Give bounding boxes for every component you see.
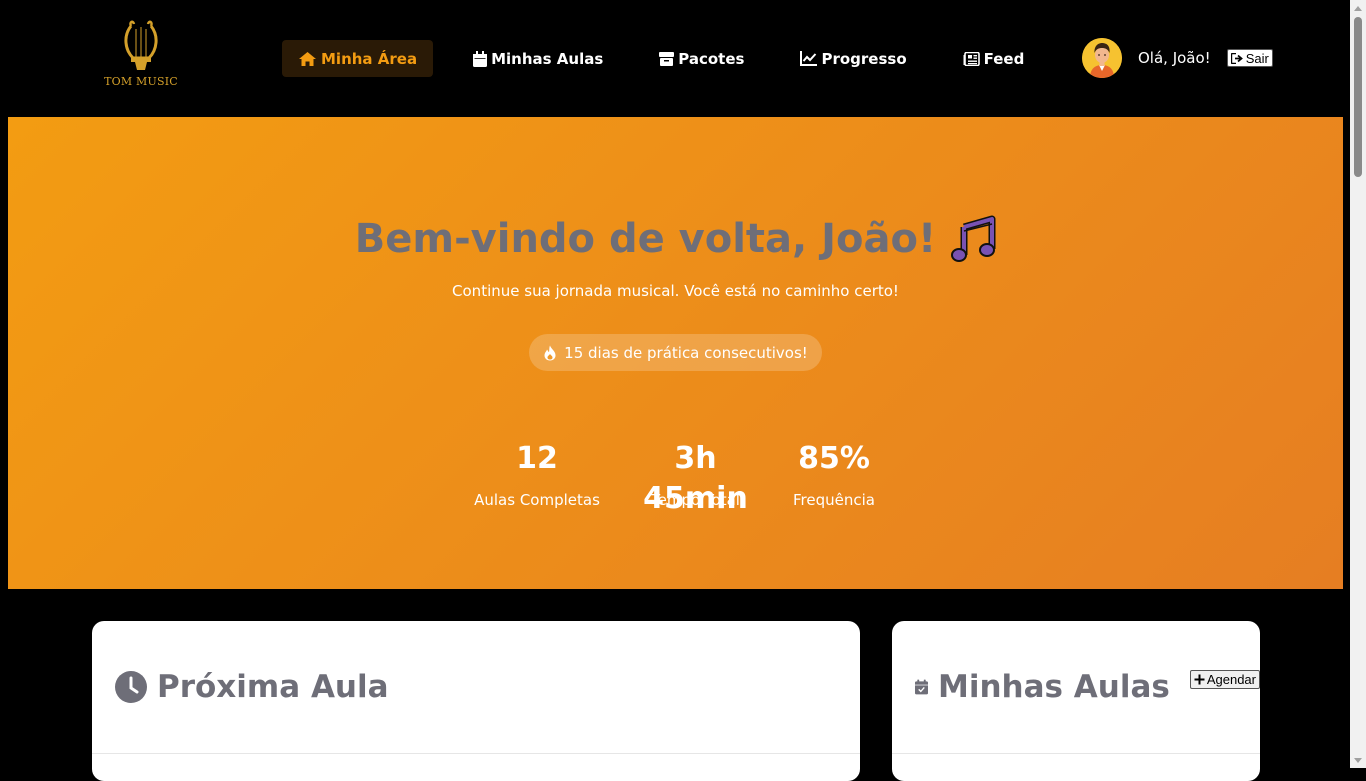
brand-logo[interactable]: TOM MUSIC [104,20,178,90]
sign-out-icon [1230,52,1243,64]
nav-label: Minha Área [321,49,418,68]
hero-title-text: Bem-vindo de volta, João! [354,216,937,262]
stat-tempo-total: 3h 45min Tempo Total [619,439,772,516]
next-class-card: Próxima Aula [92,621,860,781]
brand-name: TOM MUSIC [104,75,178,88]
schedule-button[interactable]: Agendar [1189,669,1260,689]
avatar[interactable] [1082,38,1122,78]
nav-label: Feed [983,49,1025,68]
nav-item-feed[interactable]: Feed [947,40,1041,77]
fire-icon [544,345,556,360]
user-menu: Olá, João! Sair [1082,38,1273,78]
stat-label: Frequência [793,491,875,509]
user-greeting: Olá, João! [1138,49,1211,67]
calendar-check-icon [915,679,928,695]
stat-value: 12 [516,441,558,476]
nav-item-progresso[interactable]: Progresso [784,40,922,77]
schedule-label: Agendar [1206,671,1256,687]
card-header: Próxima Aula [92,621,860,754]
scrollbar-thumb[interactable] [1354,17,1362,177]
logout-label: Sair [1245,50,1269,66]
lyre-icon [124,20,158,70]
nav-label: Pacotes [678,49,745,68]
nav-item-minhas-aulas[interactable]: Minhas Aulas [457,40,619,77]
newspaper-icon [963,51,980,66]
card-title: Minhas Aulas [938,669,1170,705]
streak-text: 15 dias de prática consecutivos! [564,343,808,362]
top-navbar: TOM MUSIC Minha Área Minhas Aulas Pacote… [0,0,1350,117]
hero-subtitle: Continue sua jornada musical. Você está … [452,282,899,300]
nav-item-pacotes[interactable]: Pacotes [643,40,760,77]
plus-icon [1194,674,1205,684]
calendar-icon [473,50,488,67]
nav-label: Minhas Aulas [491,49,604,68]
card-header: Minhas Aulas Agendar [892,621,1260,754]
card-title: Próxima Aula [157,669,389,705]
chart-line-icon [800,51,818,66]
stat-label: Tempo Total [651,491,740,509]
main-nav: Minha Área Minhas Aulas Pacotes Progress… [282,40,1040,77]
logout-button[interactable]: Sair [1226,49,1273,67]
stats-row: 12 Aulas Completas 3h 45min Tempo Total … [8,439,1343,516]
nav-item-minha-area[interactable]: Minha Área [282,40,434,77]
clock-icon [115,671,147,703]
music-note-icon [950,215,996,263]
stat-value: 85% [798,441,870,476]
stat-value: 3h 45min [643,441,748,516]
home-icon [298,51,317,67]
welcome-hero: Bem-vindo de volta, João! Continue sua j… [8,117,1343,589]
page-scrollbar[interactable] [1350,0,1366,768]
stat-aulas-completas: 12 Aulas Completas [471,439,603,509]
my-classes-card: Minhas Aulas Agendar [892,621,1260,781]
stat-label: Aulas Completas [474,491,600,509]
scroll-up-arrow-icon[interactable] [1350,0,1366,16]
scroll-down-arrow-icon[interactable] [1350,752,1366,768]
streak-badge: 15 dias de prática consecutivos! [529,334,822,371]
nav-label: Progresso [821,49,907,68]
package-icon [659,51,675,66]
hero-title: Bem-vindo de volta, João! [8,215,1343,263]
stat-frequencia: 85% Frequência [788,439,880,509]
